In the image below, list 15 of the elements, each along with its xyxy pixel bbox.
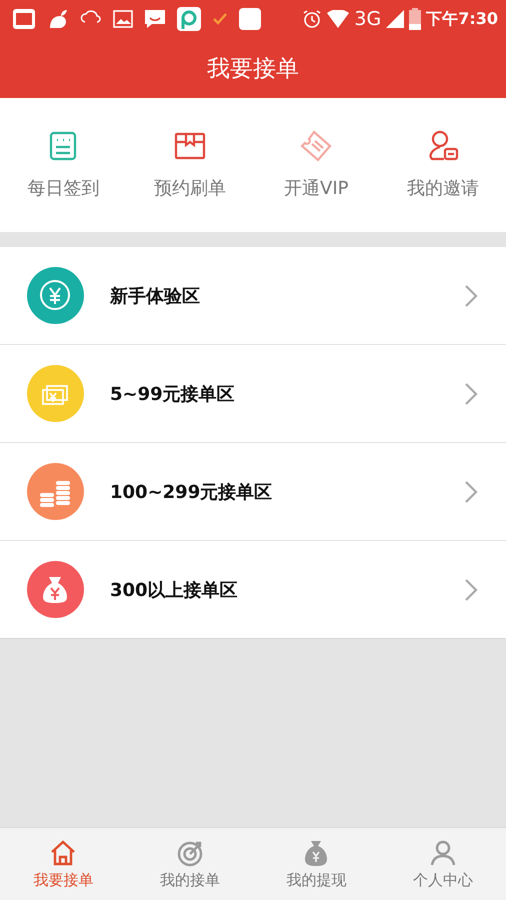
- network-type: 3G: [354, 8, 382, 30]
- clock-time: 下午7:30: [426, 8, 498, 30]
- zone-label[interactable]: 100~299元接单区: [110, 480, 438, 504]
- zone-label[interactable]: 300以上接单区: [110, 578, 438, 602]
- quick-action-button[interactable]: 开通VIP: [253, 122, 380, 208]
- tab-bar-item[interactable]: 我的接单: [126, 828, 253, 900]
- quick-action-button[interactable]: 预约刷单: [126, 122, 253, 208]
- quick-action-button[interactable]: 我的邀请: [380, 122, 506, 208]
- tab-bar-item[interactable]: 个人中心: [380, 828, 506, 900]
- screen-title: 我要接单: [207, 54, 299, 84]
- zone-label[interactable]: 新手体验区: [110, 284, 438, 308]
- zone-label[interactable]: 5~99元接单区: [110, 382, 438, 406]
- tab-bar-item[interactable]: 我的提现: [253, 828, 380, 900]
- tab-bar-item[interactable]: 我要接单: [0, 828, 126, 900]
- quick-action-button[interactable]: 每日签到: [0, 122, 126, 208]
